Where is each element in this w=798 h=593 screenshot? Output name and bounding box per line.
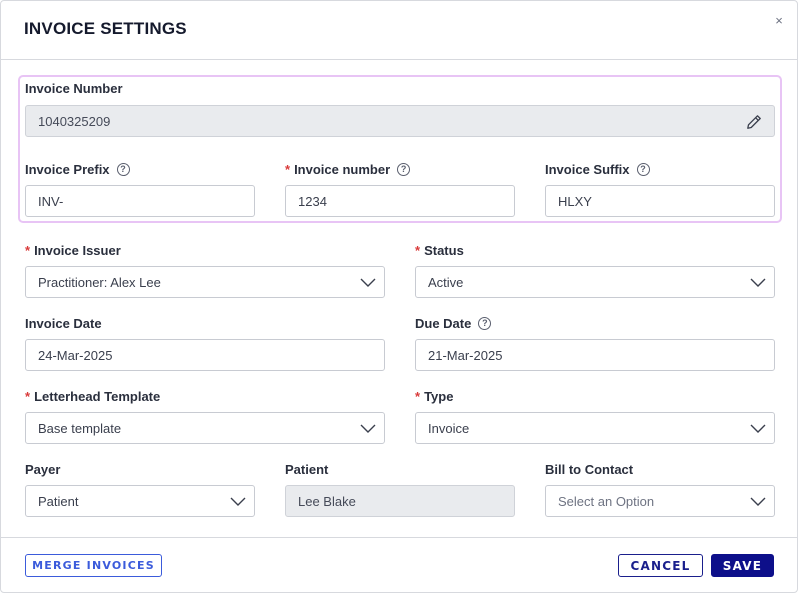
- due-date-label-text: Due Date: [415, 316, 472, 331]
- invoice-suffix-value: HLXY: [558, 193, 592, 209]
- dialog-title: INVOICE SETTINGS: [24, 19, 187, 38]
- payer-label-text: Payer: [25, 462, 61, 477]
- chevron-down-icon: [230, 497, 246, 506]
- chevron-down-icon: [360, 424, 376, 433]
- status-label-text: Status: [424, 243, 464, 258]
- type-label-text: Type: [424, 389, 454, 404]
- invoice-number-value: 1040325209: [38, 113, 111, 129]
- invoice-issuer-value: Practitioner: Alex Lee: [38, 274, 161, 290]
- invoice-number-part-label: * Invoice number ?: [285, 162, 411, 177]
- merge-invoices-button[interactable]: MERGE INVOICES: [25, 554, 162, 577]
- payer-select[interactable]: Patient: [25, 485, 255, 517]
- save-button[interactable]: SAVE: [711, 554, 774, 577]
- close-icon[interactable]: ×: [773, 14, 785, 27]
- due-date-value: 21-Mar-2025: [428, 347, 503, 363]
- invoice-number-label: Invoice Number: [25, 81, 123, 96]
- question-circle-icon[interactable]: ?: [116, 163, 130, 176]
- invoice-prefix-value: INV-: [38, 193, 64, 209]
- due-date-label: Due Date ?: [415, 316, 492, 331]
- type-value: Invoice: [428, 420, 470, 436]
- payer-label: Payer: [25, 462, 60, 477]
- type-label: * Type: [415, 389, 453, 404]
- patient-value: Lee Blake: [298, 493, 356, 509]
- question-circle-icon[interactable]: ?: [636, 163, 650, 176]
- invoice-date-label-text: Invoice Date: [25, 316, 102, 331]
- invoice-number-input[interactable]: 1234: [285, 185, 515, 217]
- payer-value: Patient: [38, 493, 79, 509]
- bill-to-contact-placeholder: Select an Option: [558, 493, 655, 509]
- chevron-down-icon: [750, 424, 766, 433]
- required-marker: *: [415, 389, 421, 404]
- status-label: * Status: [415, 243, 464, 258]
- question-circle-icon[interactable]: ?: [478, 317, 492, 330]
- due-date-input[interactable]: 21-Mar-2025: [415, 339, 775, 371]
- cancel-button[interactable]: CANCEL: [618, 554, 703, 577]
- invoice-number-input-value: 1234: [298, 193, 327, 209]
- letterhead-template-select[interactable]: Base template: [25, 412, 385, 444]
- invoice-prefix-input[interactable]: INV-: [25, 185, 255, 217]
- invoice-number-label-text: Invoice Number: [25, 81, 123, 96]
- type-select[interactable]: Invoice: [415, 412, 775, 444]
- required-marker: *: [25, 389, 31, 404]
- invoice-number-field: 1040325209: [25, 105, 775, 137]
- chevron-down-icon: [750, 497, 766, 506]
- patient-label-text: Patient: [285, 462, 329, 477]
- chevron-down-icon: [750, 278, 766, 287]
- bill-to-contact-select[interactable]: Select an Option: [545, 485, 775, 517]
- required-marker: *: [415, 243, 421, 258]
- invoice-date-value: 24-Mar-2025: [38, 347, 113, 363]
- invoice-issuer-select[interactable]: Practitioner: Alex Lee: [25, 266, 385, 298]
- invoice-prefix-label-text: Invoice Prefix: [25, 162, 110, 177]
- dialog-header: INVOICE SETTINGS ×: [1, 1, 797, 60]
- invoice-date-input[interactable]: 24-Mar-2025: [25, 339, 385, 371]
- letterhead-template-label: * Letterhead Template: [25, 389, 160, 404]
- required-marker: *: [285, 162, 291, 177]
- invoice-prefix-label: Invoice Prefix ?: [25, 162, 130, 177]
- bill-to-contact-label: Bill to Contact: [545, 462, 633, 477]
- invoice-date-label: Invoice Date: [25, 316, 102, 331]
- invoice-settings-dialog: INVOICE SETTINGS × Invoice Number 104032…: [0, 0, 798, 593]
- invoice-suffix-label: Invoice Suffix ?: [545, 162, 650, 177]
- question-circle-icon[interactable]: ?: [397, 163, 411, 176]
- invoice-number-part-label-text: Invoice number: [294, 162, 391, 177]
- pencil-icon[interactable]: [746, 114, 762, 130]
- status-value: Active: [428, 274, 464, 290]
- required-marker: *: [25, 243, 31, 258]
- invoice-suffix-label-text: Invoice Suffix: [545, 162, 630, 177]
- bill-to-contact-label-text: Bill to Contact: [545, 462, 634, 477]
- invoice-issuer-label: * Invoice Issuer: [25, 243, 121, 258]
- patient-label: Patient: [285, 462, 328, 477]
- letterhead-template-value: Base template: [38, 420, 122, 436]
- invoice-suffix-input[interactable]: HLXY: [545, 185, 775, 217]
- chevron-down-icon: [360, 278, 376, 287]
- invoice-issuer-label-text: Invoice Issuer: [34, 243, 121, 258]
- patient-field: Lee Blake: [285, 485, 515, 517]
- status-select[interactable]: Active: [415, 266, 775, 298]
- letterhead-template-label-text: Letterhead Template: [34, 389, 161, 404]
